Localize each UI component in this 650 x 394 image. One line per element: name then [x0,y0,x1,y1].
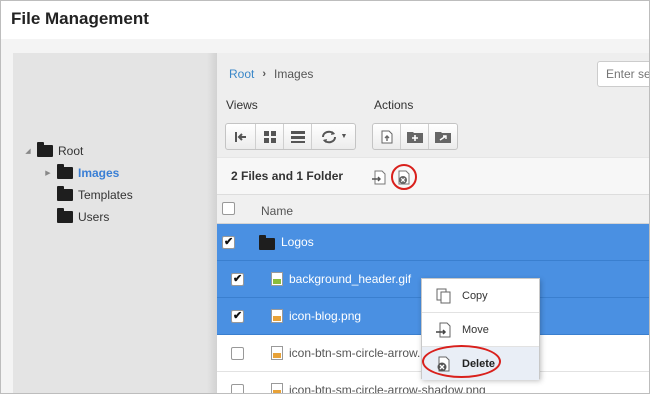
refresh-icon [321,130,336,143]
list-view-button[interactable] [284,124,312,149]
selection-summary-bar: 2 Files and 1 Folder [217,157,649,195]
file-name[interactable]: Logos [281,235,314,249]
tree-node-label: Templates [78,188,133,202]
new-folder-button[interactable] [401,124,429,149]
row-checkbox[interactable] [231,347,244,360]
folder-icon [57,164,73,179]
grid-view-icon [263,130,276,143]
tree-node-images[interactable]: ▶ Images [43,164,120,180]
file-name[interactable]: icon-btn-sm-circle-arrow-shadow.png [289,383,486,393]
gif-file-icon [271,272,283,286]
menu-item-label: Copy [462,289,488,302]
file-name[interactable]: background_header.gif [289,272,411,286]
tree-node-label: Root [58,144,84,158]
row-checkbox[interactable] [231,384,244,393]
row-checkbox[interactable] [231,272,244,286]
menu-item-move[interactable]: Move [422,313,539,346]
chevron-down-icon: ▼ [340,133,348,140]
views-label: Views [226,98,258,112]
file-name[interactable]: icon-btn-sm-circle-arrow.png [289,346,440,360]
tree-node-users[interactable]: Users [53,208,110,224]
move-selected-icon[interactable] [372,170,386,185]
upload-file-icon [381,130,392,143]
panel-splitter[interactable] [207,53,217,393]
actions-button-group [372,123,458,150]
search-input[interactable] [597,61,649,87]
png-file-icon [271,383,283,393]
tree-node-templates[interactable]: Templates [53,186,133,202]
folder-icon [57,186,73,201]
annotation-circle [422,345,501,378]
actions-label: Actions [374,98,414,112]
file-management-window: File Management ◢ Root ▶ Images Template… [0,0,650,394]
toolbar: Root › Images Views Actions ▼ [217,53,649,157]
png-file-icon [271,346,283,360]
file-count-summary: 2 Files and 1 Folder [231,169,344,183]
folder-action-icon [435,132,451,143]
row-checkbox[interactable] [222,235,235,249]
table-header: Name [217,194,649,224]
menu-item-copy[interactable]: Copy [422,279,539,312]
copy-icon [436,288,451,303]
row-checkbox[interactable] [231,309,244,323]
column-header-name[interactable]: Name [261,204,293,218]
grid-view-button[interactable] [256,124,284,149]
collapse-panel-button[interactable] [226,124,256,149]
collapsed-arrow-icon[interactable]: ▶ [43,169,53,177]
table-row[interactable]: Logos [217,224,649,261]
breadcrumb-separator: › [262,68,267,80]
upload-file-button[interactable] [373,124,401,149]
views-button-group: ▼ [225,123,356,150]
app-title: File Management [11,9,149,28]
list-view-icon [290,130,305,143]
folder-action-button[interactable] [429,124,457,149]
new-folder-icon [406,132,423,143]
tree-node-label: Users [78,210,110,224]
file-name[interactable]: icon-blog.png [289,309,361,323]
tree-node-label: Images [78,166,120,180]
png-file-icon [271,309,283,323]
refresh-dropdown-button[interactable]: ▼ [312,124,355,149]
breadcrumb-root-link[interactable]: Root [229,67,254,81]
collapse-panel-icon [234,131,246,142]
folder-icon [37,142,53,157]
folder-tree-panel [13,53,215,393]
folder-icon [57,208,73,223]
breadcrumb-current: Images [274,67,314,81]
tree-node-root[interactable]: ◢ Root [23,142,84,158]
select-all-checkbox[interactable] [222,202,235,215]
breadcrumb: Root › Images [229,67,313,81]
menu-item-label: Move [462,323,489,336]
annotation-circle [391,164,417,190]
move-icon [436,322,451,337]
folder-icon [259,235,275,250]
expanded-arrow-icon[interactable]: ◢ [23,147,33,155]
